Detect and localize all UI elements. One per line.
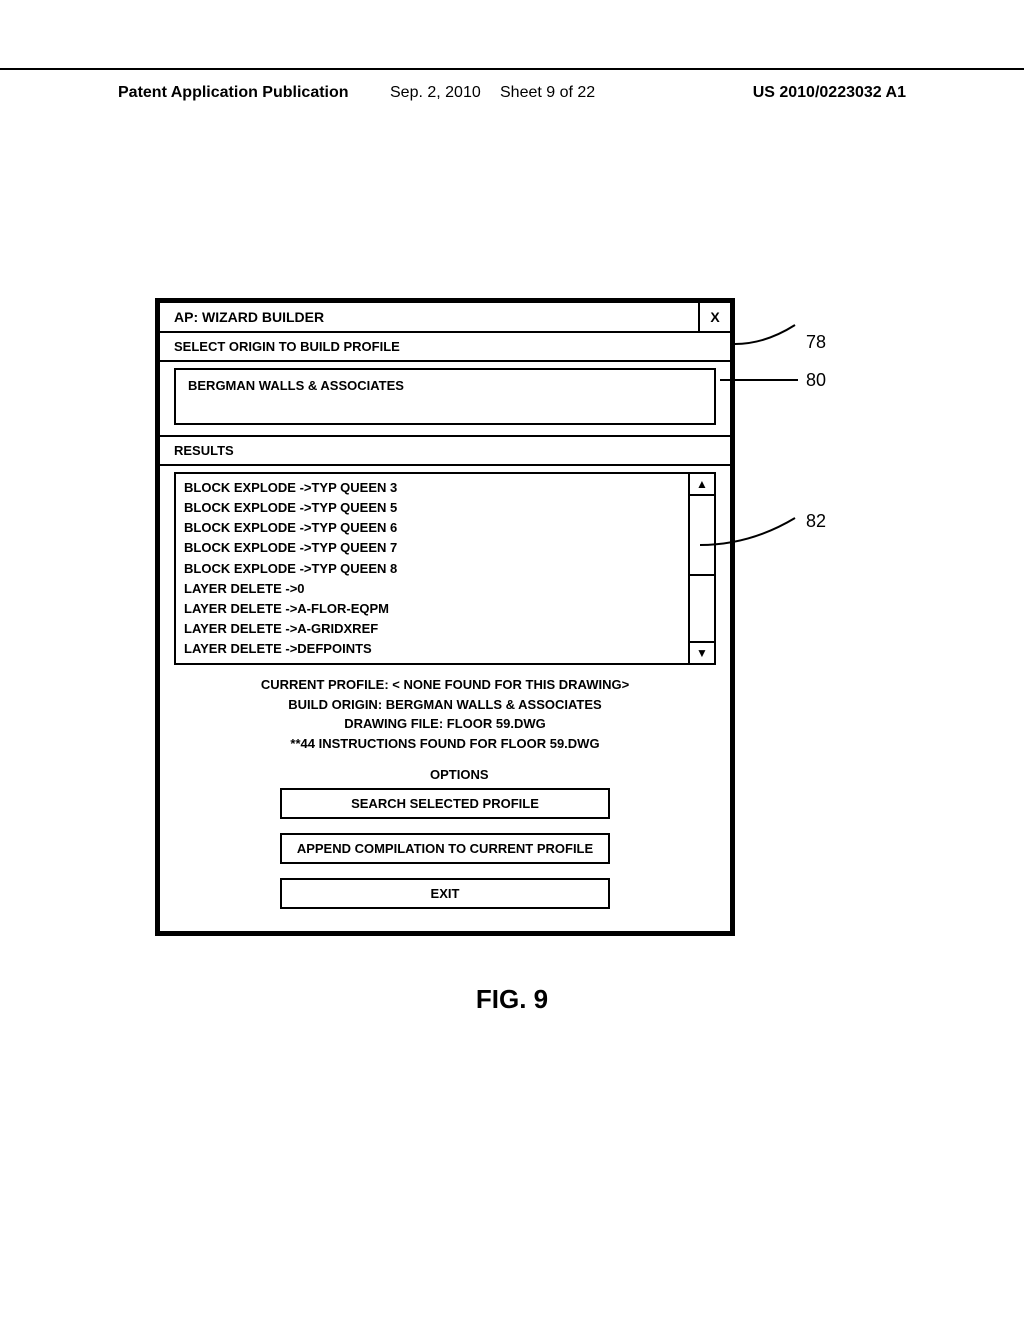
origin-select[interactable]: BERGMAN WALLS & ASSOCIATES (174, 368, 716, 425)
figure-caption: FIG. 9 (0, 984, 1024, 1015)
exit-button[interactable]: EXIT (280, 878, 610, 909)
search-profile-button[interactable]: SEARCH SELECTED PROFILE (280, 788, 610, 819)
results-list[interactable]: BLOCK EXPLODE ->TYP QUEEN 3 BLOCK EXPLOD… (176, 474, 688, 663)
results-panel: BLOCK EXPLODE ->TYP QUEEN 3 BLOCK EXPLOD… (174, 472, 716, 665)
list-item[interactable]: LAYER DELETE ->DEFPOINTS (184, 639, 680, 659)
sheet-info: Sheet 9 of 22 (500, 84, 595, 102)
append-compilation-button[interactable]: APPEND COMPILATION TO CURRENT PROFILE (280, 833, 610, 864)
list-item[interactable]: LAYER DELETE ->A-GRIDXREF (184, 619, 680, 639)
close-button[interactable]: X (698, 303, 730, 331)
list-item[interactable]: LAYER DELETE ->A-FLOR-EQPM (184, 599, 680, 619)
list-item[interactable]: BLOCK EXPLODE ->TYP QUEEN 7 (184, 538, 680, 558)
callout-lead-78 (735, 320, 805, 350)
options-label: OPTIONS (430, 761, 730, 788)
wizard-builder-dialog: AP: WIZARD BUILDER X SELECT ORIGIN TO BU… (155, 298, 735, 936)
info-block: CURRENT PROFILE: < NONE FOUND FOR THIS D… (160, 671, 730, 761)
results-label: RESULTS (160, 435, 730, 466)
publication-date: Sep. 2, 2010 (390, 84, 481, 102)
scrollbar[interactable]: ▲ ▼ (688, 474, 714, 663)
current-profile-text: CURRENT PROFILE: < NONE FOUND FOR THIS D… (160, 675, 730, 695)
scroll-down-icon[interactable]: ▼ (690, 641, 714, 663)
callout-lead-80 (720, 370, 805, 390)
callout-78: 78 (806, 332, 826, 353)
callout-80: 80 (806, 370, 826, 391)
list-item[interactable]: BLOCK EXPLODE ->TYP QUEEN 3 (184, 478, 680, 498)
drawing-file-text: DRAWING FILE: FLOOR 59.DWG (160, 714, 730, 734)
header-divider (0, 68, 1024, 70)
instruction-count-text: **44 INSTRUCTIONS FOUND FOR FLOOR 59.DWG (160, 734, 730, 754)
callout-82: 82 (806, 511, 826, 532)
publication-label: Patent Application Publication (118, 84, 349, 102)
scroll-up-icon[interactable]: ▲ (690, 474, 714, 496)
dialog-title: AP: WIZARD BUILDER (160, 303, 698, 331)
callout-lead-82 (700, 510, 805, 550)
scroll-track[interactable] (690, 576, 714, 641)
titlebar: AP: WIZARD BUILDER X (160, 303, 730, 333)
build-origin-text: BUILD ORIGIN: BERGMAN WALLS & ASSOCIATES (160, 695, 730, 715)
button-stack: SEARCH SELECTED PROFILE APPEND COMPILATI… (160, 788, 730, 931)
list-item[interactable]: BLOCK EXPLODE ->TYP QUEEN 6 (184, 518, 680, 538)
list-item[interactable]: LAYER DELETE ->0 (184, 579, 680, 599)
select-origin-label: SELECT ORIGIN TO BUILD PROFILE (160, 333, 730, 362)
publication-number: US 2010/0223032 A1 (753, 84, 906, 102)
list-item[interactable]: BLOCK EXPLODE ->TYP QUEEN 8 (184, 559, 680, 579)
list-item[interactable]: BLOCK EXPLODE ->TYP QUEEN 5 (184, 498, 680, 518)
